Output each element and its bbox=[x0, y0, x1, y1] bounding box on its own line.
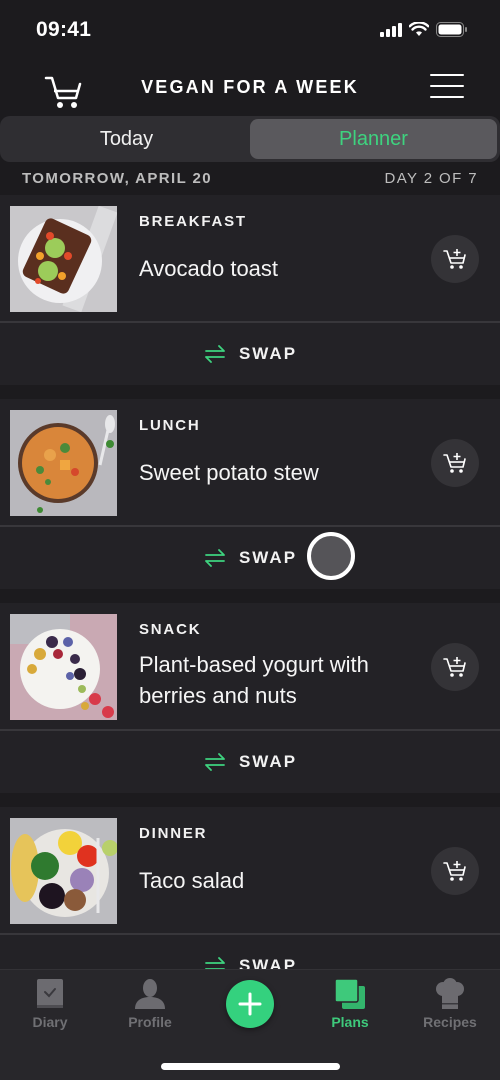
meal-row[interactable]: DINNER Taco salad bbox=[0, 807, 500, 935]
tab-plans[interactable]: Plans bbox=[300, 978, 400, 1030]
yogurt-berries-photo bbox=[10, 614, 117, 720]
wifi-icon bbox=[409, 22, 429, 36]
swap-button[interactable]: SWAP bbox=[0, 731, 500, 793]
tab-label: Profile bbox=[128, 1014, 172, 1030]
add-to-cart-button[interactable] bbox=[431, 847, 479, 895]
menu-button[interactable] bbox=[430, 74, 464, 102]
cellular-signal-icon bbox=[380, 22, 402, 37]
taco-salad-photo bbox=[10, 818, 117, 924]
add-button[interactable] bbox=[226, 980, 274, 1028]
add-to-cart-button[interactable] bbox=[431, 643, 479, 691]
touch-indicator bbox=[307, 532, 355, 580]
tab-diary[interactable]: Diary bbox=[0, 978, 100, 1030]
cart-plus-icon bbox=[443, 453, 466, 473]
status-time: 09:41 bbox=[36, 18, 92, 41]
swap-label: SWAP bbox=[238, 548, 298, 567]
battery-icon bbox=[436, 22, 467, 37]
meal-row[interactable]: BREAKFAST Avocado toast bbox=[0, 195, 500, 323]
cart-plus-icon bbox=[443, 657, 466, 677]
tab-label: Recipes bbox=[423, 1014, 477, 1030]
meal-type-label: DINNER bbox=[139, 825, 208, 842]
person-icon bbox=[135, 979, 165, 1009]
tab-today[interactable]: Today bbox=[3, 119, 250, 159]
date-label: TOMORROW, APRIL 20 bbox=[22, 169, 212, 187]
meal-card-breakfast: BREAKFAST Avocado toast SWAP bbox=[0, 195, 500, 385]
meal-row[interactable]: SNACK Plant-based yogurt with berries an… bbox=[0, 603, 500, 731]
plus-icon bbox=[238, 992, 262, 1016]
swap-arrows-icon bbox=[205, 345, 225, 363]
swap-label: SWAP bbox=[238, 752, 298, 771]
cart-plus-icon bbox=[443, 861, 466, 881]
app-header: VEGAN FOR A WEEK bbox=[0, 60, 500, 116]
swap-label: SWAP bbox=[238, 344, 298, 363]
avocado-toast-photo bbox=[10, 206, 117, 312]
meal-name[interactable]: Plant-based yogurt with berries and nuts bbox=[139, 649, 419, 711]
tab-recipes[interactable]: Recipes bbox=[400, 978, 500, 1030]
chef-hat-icon bbox=[436, 978, 464, 1009]
meal-card-lunch: LUNCH Sweet potato stew SWAP bbox=[0, 399, 500, 589]
meal-name[interactable]: Taco salad bbox=[139, 865, 419, 896]
tab-planner[interactable]: Planner bbox=[250, 119, 497, 159]
page-title: VEGAN FOR A WEEK bbox=[141, 77, 359, 97]
meal-name[interactable]: Sweet potato stew bbox=[139, 457, 419, 488]
swap-arrows-icon bbox=[205, 753, 225, 771]
meal-type-label: LUNCH bbox=[139, 417, 201, 434]
add-to-cart-button[interactable] bbox=[431, 439, 479, 487]
tab-label: Diary bbox=[32, 1014, 68, 1030]
date-row: TOMORROW, APRIL 20 DAY 2 OF 7 bbox=[0, 162, 500, 194]
plans-stack-icon bbox=[334, 978, 365, 1009]
status-icons bbox=[380, 22, 468, 37]
diary-book-icon bbox=[37, 979, 63, 1008]
meal-type-label: BREAKFAST bbox=[139, 213, 247, 230]
swap-button[interactable]: SWAP bbox=[0, 323, 500, 385]
tab-label: Plans bbox=[331, 1014, 369, 1030]
sweet-potato-stew-photo bbox=[10, 410, 117, 516]
meal-row[interactable]: LUNCH Sweet potato stew bbox=[0, 399, 500, 527]
meal-list: BREAKFAST Avocado toast SWAP LUNCH Sweet… bbox=[0, 195, 500, 1011]
swap-button[interactable]: SWAP bbox=[0, 527, 500, 589]
meal-type-label: SNACK bbox=[139, 621, 202, 638]
day-progress-label: DAY 2 OF 7 bbox=[384, 169, 478, 187]
home-indicator bbox=[161, 1063, 340, 1070]
hamburger-menu-icon bbox=[430, 74, 464, 98]
meal-card-snack: SNACK Plant-based yogurt with berries an… bbox=[0, 603, 500, 793]
status-bar: 09:41 bbox=[0, 0, 500, 60]
view-segmented-control: Today Planner bbox=[0, 116, 500, 162]
cart-plus-icon bbox=[443, 249, 466, 269]
swap-arrows-icon bbox=[205, 549, 225, 567]
meal-name[interactable]: Avocado toast bbox=[139, 253, 419, 284]
add-to-cart-button[interactable] bbox=[431, 235, 479, 283]
tab-profile[interactable]: Profile bbox=[100, 978, 200, 1030]
